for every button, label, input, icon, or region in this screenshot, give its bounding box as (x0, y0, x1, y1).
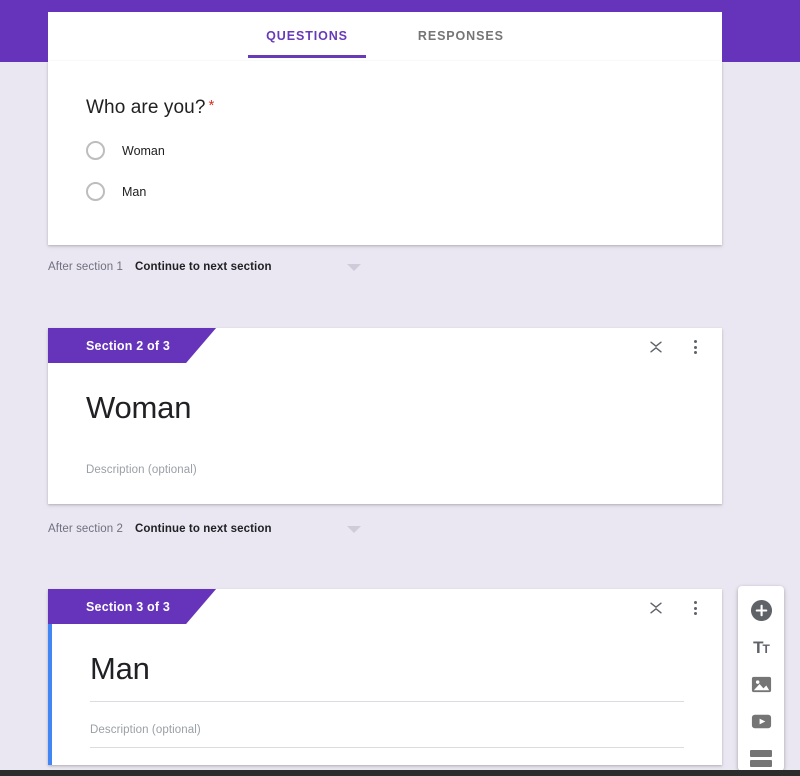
question-title-text: Who are you? (86, 97, 206, 118)
more-vert-icon[interactable] (684, 597, 706, 619)
section-2-title[interactable]: Woman (86, 389, 684, 428)
after-section-1-value[interactable]: Continue to next section (135, 261, 272, 273)
section-3-description[interactable]: Description (optional) (90, 724, 684, 736)
option-row-woman[interactable]: Woman (86, 141, 684, 160)
chevron-down-icon[interactable] (346, 525, 361, 533)
radio-button-icon[interactable] (86, 141, 105, 160)
after-section-2-row[interactable]: After section 2 Continue to next section (48, 517, 361, 541)
add-title-glyph-small: T (762, 642, 770, 656)
add-image-icon[interactable] (744, 672, 778, 697)
question-card[interactable]: Who are you? * Woman Man (48, 61, 722, 245)
after-section-2-label: After section 2 (48, 523, 124, 535)
window-bottom-edge (0, 770, 800, 776)
editor-toolbar: TT (738, 586, 784, 771)
add-section-icon[interactable] (744, 746, 778, 771)
section-2-header-actions (645, 336, 706, 358)
add-question-icon[interactable] (744, 598, 778, 623)
add-title-icon[interactable]: TT (744, 635, 778, 660)
section-3-body: Man Description (optional) (52, 624, 722, 765)
collapse-icon[interactable] (645, 597, 667, 619)
tab-questions[interactable]: QUESTIONS (248, 15, 366, 58)
tab-questions-label: QUESTIONS (266, 29, 348, 43)
more-vert-icon[interactable] (684, 336, 706, 358)
section-card-2[interactable]: Section 2 of 3 Woman Description (option… (48, 328, 722, 504)
section-3-header-actions (645, 597, 706, 619)
section-2-description[interactable]: Description (optional) (86, 464, 684, 476)
required-asterisk: * (208, 97, 215, 114)
section-3-tab: Section 3 of 3 (48, 589, 216, 624)
question-title: Who are you? * (86, 97, 684, 119)
after-section-1-label: After section 1 (48, 261, 124, 273)
add-video-icon[interactable] (744, 709, 778, 734)
section-2-tab-label: Section 2 of 3 (86, 338, 171, 353)
tab-responses[interactable]: RESPONSES (400, 15, 522, 58)
section-3-title[interactable]: Man (90, 650, 684, 689)
option-label-man: Man (122, 184, 147, 199)
after-section-1-row[interactable]: After section 1 Continue to next section (48, 255, 361, 279)
section-card-3[interactable]: Section 3 of 3 Man Description (optional… (48, 589, 722, 765)
add-title-glyph-large: T (753, 638, 763, 657)
form-tabs: QUESTIONS RESPONSES (48, 12, 722, 61)
section-3-tab-label: Section 3 of 3 (86, 599, 171, 614)
chevron-down-icon[interactable] (346, 263, 361, 271)
after-section-2-value[interactable]: Continue to next section (135, 523, 272, 535)
tab-responses-label: RESPONSES (417, 29, 504, 43)
option-label-woman: Woman (122, 143, 165, 158)
radio-button-icon[interactable] (86, 182, 105, 201)
section-2-body: Woman Description (optional) (48, 363, 722, 504)
section-2-tab: Section 2 of 3 (48, 328, 216, 363)
section-3-description-underline (90, 746, 684, 748)
collapse-icon[interactable] (645, 336, 667, 358)
option-row-man[interactable]: Man (86, 182, 684, 201)
